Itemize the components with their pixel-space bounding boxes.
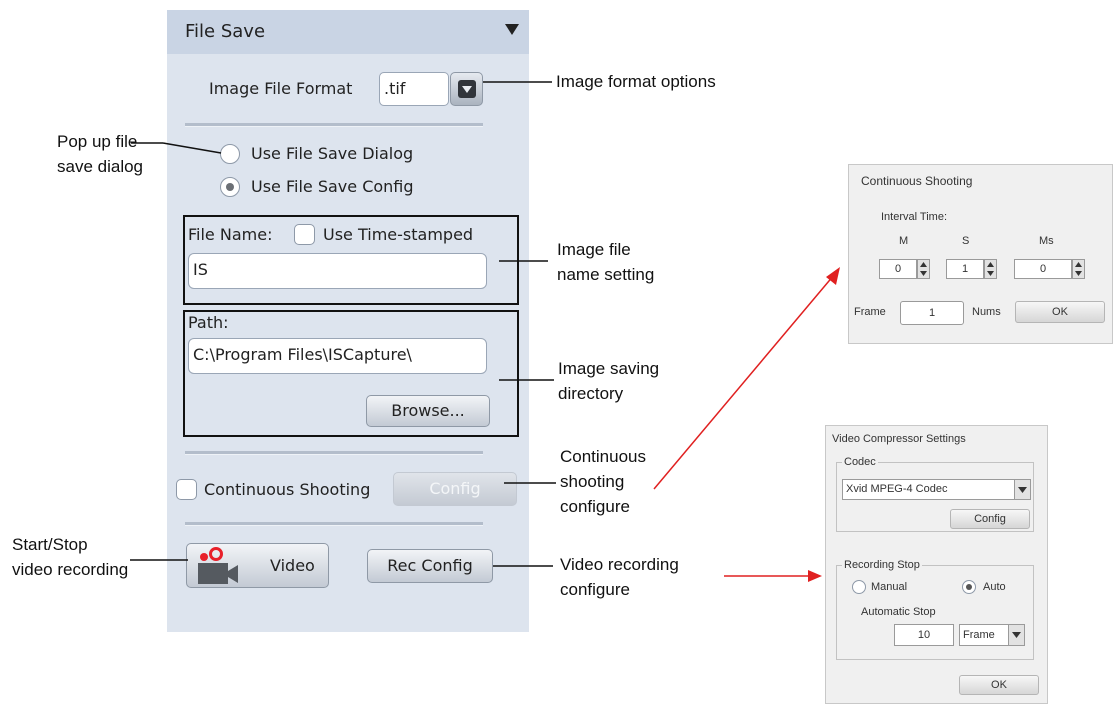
frame-count-input[interactable]: 1: [900, 301, 964, 325]
annotation-name-line2: name setting: [557, 265, 655, 284]
automatic-stop-input[interactable]: 10: [894, 624, 954, 646]
frame-label: Frame: [854, 306, 886, 318]
annotation-cont-line3: configure: [560, 497, 630, 516]
dialog-title: Video Compressor Settings: [832, 433, 966, 445]
seconds-input[interactable]: 1: [946, 259, 984, 279]
milliseconds-input[interactable]: 0: [1014, 259, 1072, 279]
dialog-title: Continuous Shooting: [861, 174, 973, 188]
stop-unit-value: Frame: [963, 629, 995, 641]
nums-label: Nums: [972, 306, 1001, 318]
video-compressor-dialog: Video Compressor Settings Codec Xvid MPE…: [825, 425, 1048, 704]
annotation-dir-line2: directory: [558, 384, 624, 403]
codec-group-title: Codec: [842, 456, 878, 468]
annotation-popup-line2: save dialog: [57, 157, 144, 176]
dropdown-arrow-icon: [1012, 632, 1021, 638]
annotation-format-options: Image format options: [556, 72, 716, 91]
automatic-stop-label: Automatic Stop: [861, 606, 936, 618]
minutes-input[interactable]: 0: [879, 259, 917, 279]
red-arrowhead: [808, 570, 822, 582]
codec-select[interactable]: Xvid MPEG-4 Codec: [842, 479, 1015, 500]
milliseconds-spinner[interactable]: [1072, 259, 1085, 279]
annotation-name-line1: Image file: [557, 240, 631, 259]
radio-selected-dot: [966, 584, 972, 590]
annotation-cont-line1: Continuous: [560, 447, 647, 466]
manual-radio[interactable]: [852, 580, 866, 594]
video-ok-button[interactable]: OK: [959, 675, 1039, 695]
dropdown-arrow-icon: [1018, 487, 1027, 493]
annotation-start-line2: video recording: [12, 560, 129, 579]
annotation-popup-line1: Pop up file: [57, 132, 138, 151]
codec-config-button[interactable]: Config: [950, 509, 1030, 529]
minutes-label: M: [899, 235, 909, 247]
auto-radio[interactable]: [962, 580, 976, 594]
spin-updown-icon: [920, 262, 927, 276]
milliseconds-label: Ms: [1039, 235, 1054, 247]
spin-updown-icon: [987, 262, 994, 276]
recording-stop-group-title: Recording Stop: [842, 559, 922, 571]
leader-line: [162, 142, 222, 154]
codec-value: Xvid MPEG-4 Codec: [846, 483, 948, 495]
annotation-rec-line2: configure: [560, 580, 630, 599]
red-arrow-continuous: [653, 274, 835, 490]
seconds-spinner[interactable]: [984, 259, 997, 279]
continuous-shooting-dialog: Continuous Shooting Interval Time: M S M…: [848, 164, 1113, 344]
auto-label: Auto: [983, 581, 1006, 593]
codec-dropdown-button[interactable]: [1014, 479, 1031, 500]
stop-unit-select[interactable]: Frame: [959, 624, 1009, 646]
annotation-rec-line1: Video recording: [560, 555, 679, 574]
annotation-dir-line1: Image saving: [558, 359, 660, 378]
interval-time-label: Interval Time:: [881, 211, 948, 223]
annotation-start-line1: Start/Stop: [12, 535, 88, 554]
continuous-ok-button[interactable]: OK: [1015, 301, 1105, 323]
annotation-cont-line2: shooting: [560, 472, 625, 491]
stop-unit-dropdown-button[interactable]: [1008, 624, 1025, 646]
minutes-spinner[interactable]: [917, 259, 930, 279]
seconds-label: S: [962, 235, 970, 247]
manual-label: Manual: [871, 581, 908, 593]
spin-updown-icon: [1075, 262, 1082, 276]
